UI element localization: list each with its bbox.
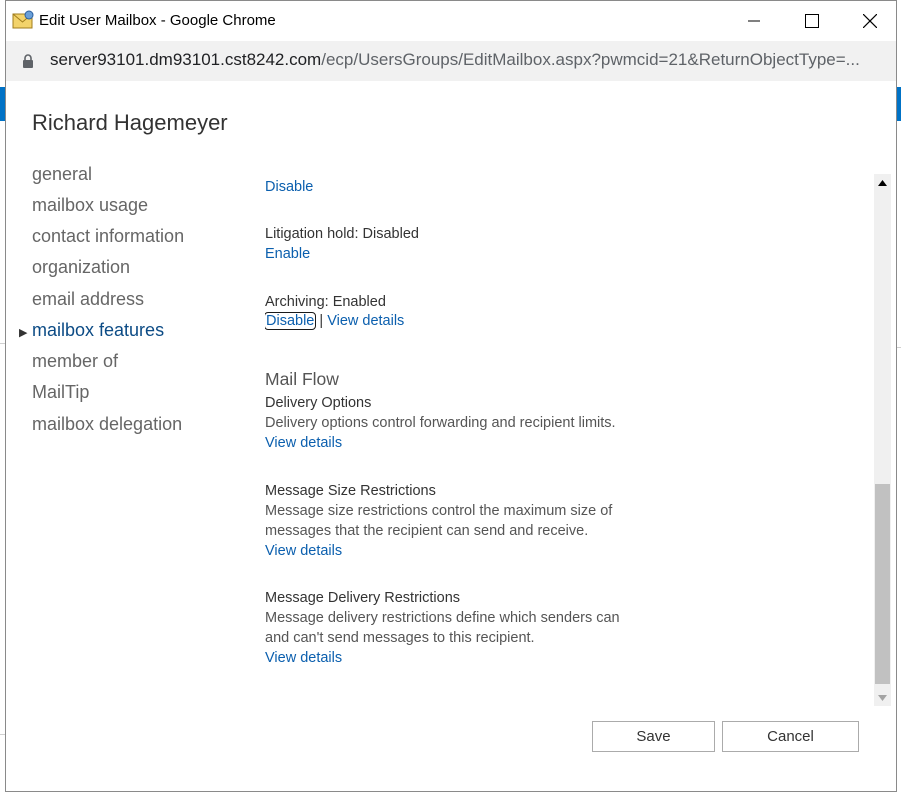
scroll-up-button[interactable] — [874, 174, 891, 191]
url-host: server93101.dm93101.cst8242.com — [50, 50, 322, 69]
minimize-icon — [748, 20, 760, 22]
close-button[interactable] — [844, 1, 896, 41]
litigation-enable-link[interactable]: Enable — [265, 246, 310, 262]
scroll-down-button[interactable] — [874, 689, 891, 706]
message-size-title: Message Size Restrictions — [265, 483, 436, 499]
scrollbar-thumb[interactable] — [875, 484, 890, 684]
nav-item-mailtip[interactable]: MailTip — [32, 382, 89, 403]
background-header-strip-right — [897, 87, 901, 121]
features-content: Disable Litigation hold: Disabled Enable… — [265, 171, 865, 701]
url-path: /ecp/UsersGroups/EditMailbox.aspx?pwmcid… — [321, 50, 860, 69]
link-separator: | — [319, 313, 324, 329]
window-title: Edit User Mailbox - Google Chrome — [39, 12, 276, 29]
save-button[interactable]: Save — [592, 721, 715, 752]
nav-item-mailbox-delegation[interactable]: mailbox delegation — [32, 414, 182, 435]
address-bar[interactable]: server93101.dm93101.cst8242.com/ecp/User… — [6, 41, 896, 81]
arrow-up-icon — [878, 179, 887, 186]
url-text: server93101.dm93101.cst8242.com/ecp/User… — [50, 50, 860, 70]
lock-icon — [23, 54, 33, 68]
nav-item-member-of[interactable]: member of — [32, 351, 118, 372]
litigation-hold-status: Litigation hold: Disabled — [265, 226, 419, 242]
delivery-restrictions-description-1: Message delivery restrictions define whi… — [265, 610, 620, 626]
envelope-icon — [12, 10, 34, 29]
nav-item-organization[interactable]: organization — [32, 257, 130, 278]
nav-item-contact-information[interactable]: contact information — [32, 226, 184, 247]
delivery-restrictions-title: Message Delivery Restrictions — [265, 590, 461, 606]
archiving-status: Archiving: Enabled — [265, 294, 386, 310]
arrow-down-icon — [878, 694, 887, 701]
delivery-options-view-details-link[interactable]: View details — [265, 435, 342, 451]
background-divider — [897, 347, 901, 348]
delivery-options-description: Delivery options control forwarding and … — [265, 415, 616, 431]
title-bar: Edit User Mailbox - Google Chrome — [6, 1, 896, 41]
cancel-button[interactable]: Cancel — [722, 721, 859, 752]
nav-item-email-address[interactable]: email address — [32, 289, 144, 310]
message-size-description-2: messages that the recipient can send and… — [265, 523, 589, 539]
maximize-button[interactable] — [786, 1, 838, 41]
disable-link[interactable]: Disable — [265, 179, 313, 195]
dialog-title: Richard Hagemeyer — [32, 110, 228, 135]
delivery-restrictions-description-2: and can't send messages to this recipien… — [265, 630, 535, 646]
message-size-view-details-link[interactable]: View details — [265, 543, 342, 559]
mail-flow-heading: Mail Flow — [265, 369, 339, 389]
message-size-description-1: Message size restrictions control the ma… — [265, 503, 613, 519]
maximize-icon — [805, 14, 819, 28]
delivery-options-title: Delivery Options — [265, 395, 372, 411]
minimize-button[interactable] — [728, 1, 780, 41]
archiving-view-details-link[interactable]: View details — [327, 313, 404, 329]
archiving-disable-link[interactable]: Disable — [265, 312, 317, 330]
active-arrow-icon: ▶ — [19, 327, 28, 339]
popup-window: Edit User Mailbox - Google Chrome server… — [5, 0, 897, 792]
nav-item-general[interactable]: general — [32, 164, 92, 185]
content-scrollbar[interactable] — [874, 174, 891, 706]
nav-item-mailbox-features[interactable]: mailbox features — [32, 320, 164, 341]
delivery-restrictions-view-details-link[interactable]: View details — [265, 650, 342, 666]
nav-item-mailbox-usage[interactable]: mailbox usage — [32, 195, 148, 216]
close-icon — [863, 14, 877, 28]
